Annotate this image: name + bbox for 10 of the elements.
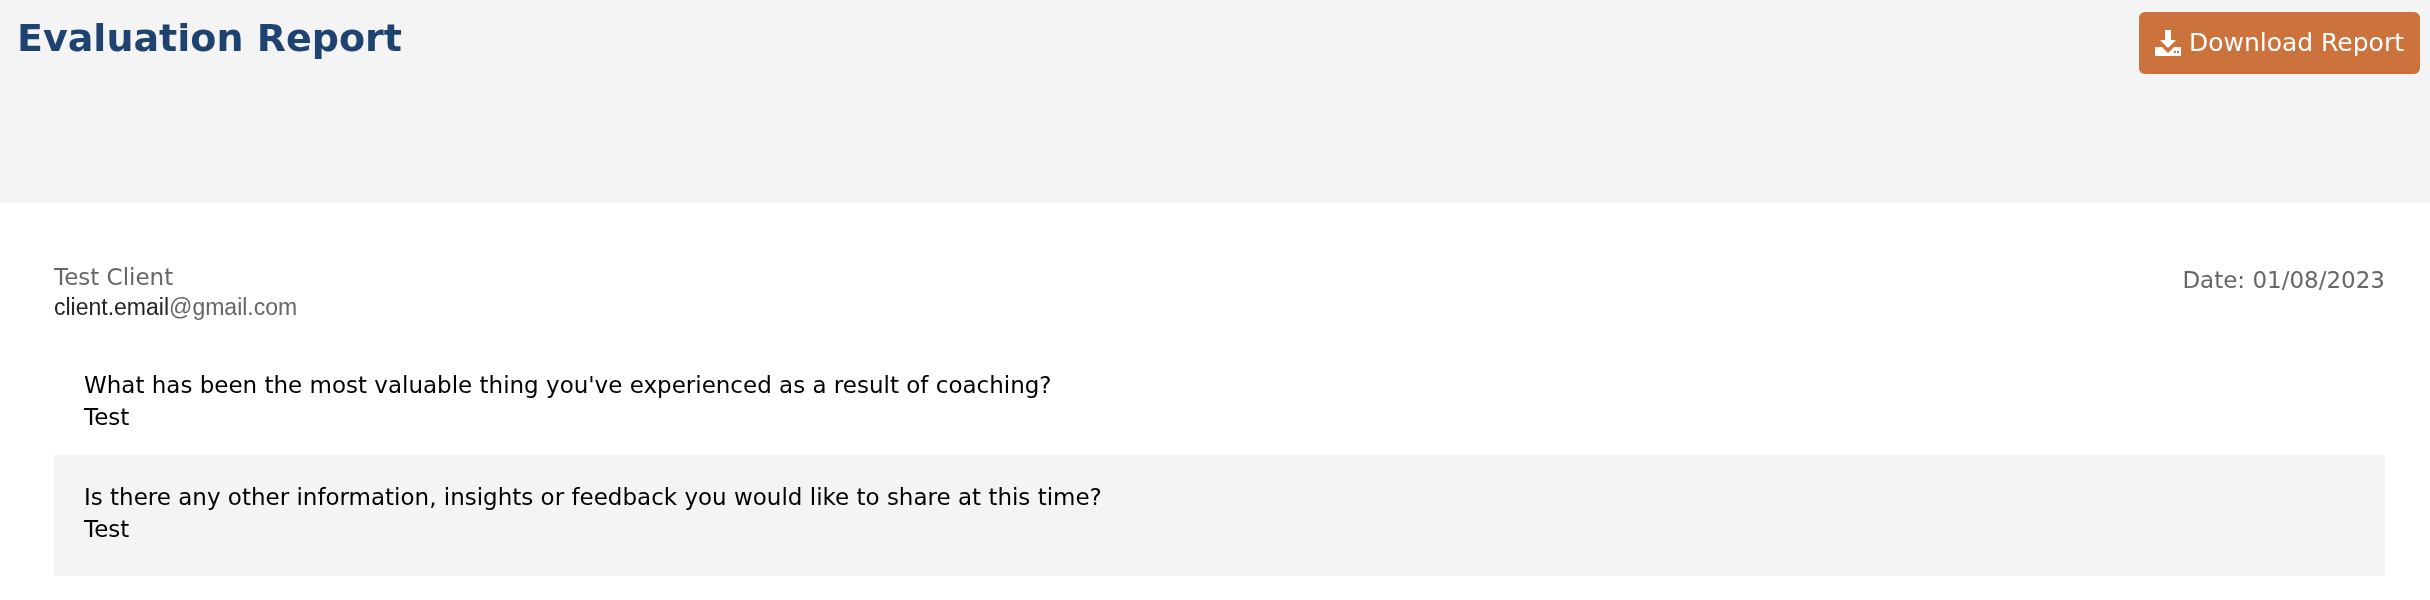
answer-text: Test (84, 515, 130, 545)
page-title: Evaluation Report (17, 15, 402, 62)
download-icon (2154, 29, 2181, 56)
download-button[interactable]: Download Report (2138, 12, 2420, 74)
question-text: What has been the most valuable thing you've experienced as a result of coaching? (84, 370, 1052, 400)
client-name: Test Client (54, 263, 175, 292)
answer-text: Test (84, 402, 130, 432)
question-text: Is there any other information, insights or feedback you would like to share at this time? (84, 483, 1102, 513)
client-email: client.email@gmail.com (54, 292, 298, 322)
report-date: Date: 01/08/2023 (2182, 266, 2385, 295)
